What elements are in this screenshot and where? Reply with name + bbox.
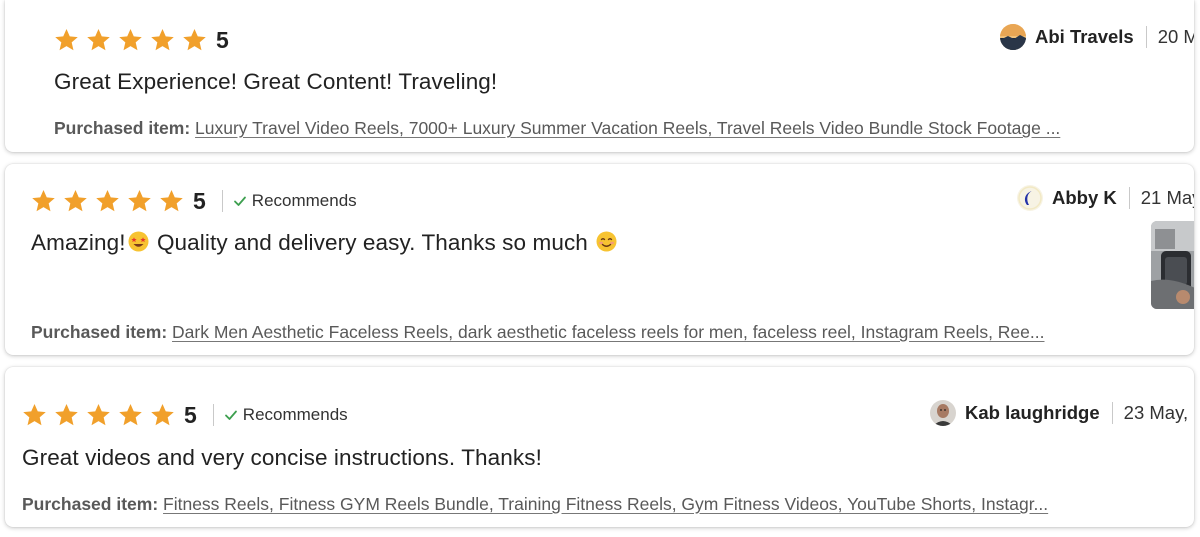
review-photo-thumbnail[interactable] (1151, 221, 1194, 309)
star-icon (181, 27, 208, 54)
review-card: 5 Abi Travels 20 M Great Experience! Gre… (5, 0, 1194, 152)
recommends-badge: Recommends (233, 191, 357, 211)
avatar[interactable] (1000, 24, 1026, 50)
star-icon (85, 27, 112, 54)
recommends-label: Recommends (251, 191, 357, 210)
purchased-item-link[interactable]: Luxury Travel Video Reels, 7000+ Luxury … (195, 118, 1060, 138)
review-text: Great videos and very concise instructio… (22, 445, 542, 470)
stars (53, 27, 213, 54)
stars (30, 188, 190, 215)
purchased-item: Purchased item: Fitness Reels, Fitness G… (22, 494, 1182, 515)
star-icon (30, 188, 57, 215)
purchased-item: Purchased item: Dark Men Aesthetic Facel… (31, 322, 1187, 343)
star-icon (149, 27, 176, 54)
purchased-item: Purchased item: Luxury Travel Video Reel… (54, 118, 1190, 139)
stars (21, 402, 181, 429)
rating-value: 5 (216, 26, 229, 53)
divider (1145, 26, 1147, 48)
review-card: 5 Recommends Abby K 21 May Amazing! Qual… (5, 164, 1194, 355)
star-icon (117, 27, 144, 54)
review-date: 23 May, (1123, 402, 1189, 423)
reviewer-name[interactable]: Abi Travels (1035, 26, 1134, 48)
rating-value: 5 (184, 401, 197, 428)
purchased-item-link[interactable]: Dark Men Aesthetic Faceless Reels, dark … (172, 322, 1044, 342)
reviewer-info: Abi Travels 20 M (1000, 22, 1194, 52)
smiling-face-emoji-icon (596, 231, 617, 252)
review-text-part: Amazing! (31, 230, 126, 255)
review-text-part: Quality and delivery easy. Thanks so muc… (150, 230, 595, 255)
star-rating: 5 Recommends (30, 186, 357, 216)
review-text: Amazing! Quality and delivery easy. Than… (31, 230, 619, 256)
star-icon (126, 188, 153, 215)
reviewer-name[interactable]: Kab laughridge (965, 402, 1100, 424)
review-text: Great Experience! Great Content! Traveli… (54, 69, 498, 94)
review-card: 5 Recommends Kab laughridge 23 May, Grea… (5, 367, 1194, 527)
avatar[interactable] (1017, 185, 1043, 211)
star-icon (21, 402, 48, 429)
star-icon (117, 402, 144, 429)
purchased-item-link[interactable]: Fitness Reels, Fitness GYM Reels Bundle,… (163, 494, 1048, 514)
star-icon (53, 402, 80, 429)
avatar[interactable] (930, 400, 956, 426)
star-rating: 5 (53, 25, 229, 55)
star-icon (53, 27, 80, 54)
star-struck-emoji-icon (128, 231, 149, 252)
purchased-item-label: Purchased item: (22, 494, 159, 514)
check-icon (224, 408, 238, 422)
star-icon (85, 402, 112, 429)
star-icon (62, 188, 89, 215)
recommends-label: Recommends (242, 405, 348, 424)
review-date: 20 M (1157, 26, 1194, 47)
reviewer-info: Abby K 21 May (1017, 183, 1194, 213)
star-icon (94, 188, 121, 215)
reviewer-name[interactable]: Abby K (1052, 187, 1117, 209)
star-icon (158, 188, 185, 215)
reviewer-info: Kab laughridge 23 May, (930, 398, 1188, 428)
divider (1111, 402, 1113, 424)
check-icon (233, 194, 247, 208)
purchased-item-label: Purchased item: (54, 118, 191, 138)
star-icon (149, 402, 176, 429)
divider (212, 404, 214, 426)
purchased-item-label: Purchased item: (31, 322, 168, 342)
recommends-badge: Recommends (224, 405, 348, 425)
star-rating: 5 Recommends (21, 400, 348, 430)
divider (1128, 187, 1130, 209)
rating-value: 5 (193, 187, 206, 214)
review-date: 21 May (1140, 187, 1194, 208)
divider (221, 190, 223, 212)
